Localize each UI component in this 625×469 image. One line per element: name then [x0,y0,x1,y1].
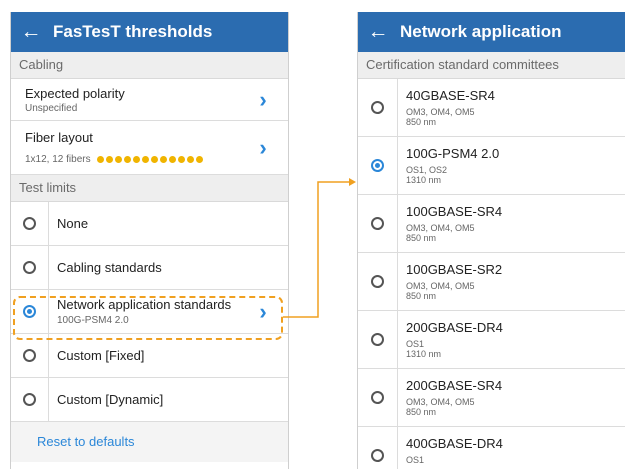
application-name: 100GBASE-SR2 [406,262,503,277]
wavelength: 850 nm [406,291,437,301]
wavelength: 850 nm [406,233,437,243]
application-name: 200GBASE-SR4 [406,378,503,393]
fiber-dot [169,155,177,163]
fiber-types: OS1 [406,339,425,349]
application-name: 40GBASE-SR4 [406,88,495,103]
option-label: Custom [Fixed] [57,348,145,363]
radio-icon[interactable] [371,101,384,114]
chevron-right-icon[interactable]: › [252,87,274,113]
fiber-layout-label: Fiber layout [25,130,93,145]
fiber-types: OM3, OM4, OM5 [406,107,475,117]
option-label: Custom [Dynamic] [57,392,164,407]
fiber-dot [106,155,114,163]
fiber-dot [196,155,204,163]
application-list-item[interactable]: 100G-PSM4 2.0 OS1, OS2 1310 nm [358,137,625,195]
radio-icon[interactable] [371,391,384,404]
radio-icon[interactable] [23,261,36,274]
application-list-item[interactable]: 400GBASE-DR4 OS1 [358,427,625,469]
selection-highlight [13,296,283,340]
fiber-dot [97,155,105,163]
application-list-item[interactable]: 40GBASE-SR4 OM3, OM4, OM5 850 nm [358,79,625,137]
section-committees: Certification standard committees [358,52,625,79]
back-arrow-icon[interactable]: ← [17,20,45,44]
application-name: 400GBASE-DR4 [406,436,503,451]
fiber-dot [124,155,132,163]
application-name: 100GBASE-SR4 [406,204,503,219]
radio-icon[interactable] [371,449,384,462]
fiber-dot [115,155,123,163]
app-bar: ← Network application [358,12,625,52]
fiber-layout-row[interactable]: Fiber layout 1x12, 12 fibers › [11,121,288,175]
fiber-layout-value: 1x12, 12 fibers [25,154,91,165]
test-limit-option[interactable]: Custom [Dynamic] [11,378,288,422]
fiber-dot [151,155,159,163]
fiber-dot [178,155,186,163]
page-title: FasTesT thresholds [53,22,213,41]
fiber-types: OM3, OM4, OM5 [406,281,475,291]
test-limit-option[interactable]: Cabling standards [11,246,288,290]
application-name: 100G-PSM4 2.0 [406,146,500,161]
application-list-item[interactable]: 100GBASE-SR2 OM3, OM4, OM5 850 nm [358,253,625,311]
application-list-item[interactable]: 200GBASE-SR4 OM3, OM4, OM5 850 nm [358,369,625,427]
app-bar: ← FasTesT thresholds [11,12,288,52]
radio-icon[interactable] [371,159,384,172]
wavelength: 850 nm [406,117,437,127]
section-cabling: Cabling [11,52,288,79]
reset-to-defaults-link[interactable]: Reset to defaults [11,422,288,462]
fiber-types: OS1, OS2 [406,165,448,175]
fiber-dot [142,155,150,163]
radio-icon[interactable] [371,275,384,288]
back-arrow-icon[interactable]: ← [364,20,392,44]
test-limit-option[interactable]: None [11,202,288,246]
application-list-item[interactable]: 200GBASE-DR4 OS1 1310 nm [358,311,625,369]
polarity-value: Unspecified [25,102,78,114]
fastest-thresholds-panel: ← FasTesT thresholds Cabling Expected po… [10,12,289,469]
wavelength: 1310 nm [406,349,442,359]
fiber-types: OM3, OM4, OM5 [406,397,475,407]
application-list-item[interactable]: 100GBASE-SR4 OM3, OM4, OM5 850 nm [358,195,625,253]
fiber-dot [187,155,195,163]
wavelength: 850 nm [406,407,437,417]
fiber-dot [133,155,141,163]
page-title: Network application [400,22,562,41]
fiber-dots [97,155,204,163]
fiber-dot [160,155,168,163]
radio-icon[interactable] [371,217,384,230]
chevron-right-icon[interactable]: › [252,135,274,161]
option-label: None [57,216,89,231]
wavelength: 1310 nm [406,175,442,185]
section-test-limits: Test limits [11,175,288,202]
network-application-panel: ← Network application Certification stan… [357,12,625,469]
fiber-types: OS1 [406,455,425,465]
option-label: Cabling standards [57,260,162,275]
fiber-types: OM3, OM4, OM5 [406,223,475,233]
radio-icon[interactable] [23,393,36,406]
test-limit-option[interactable]: Custom [Fixed] [11,334,288,378]
expected-polarity-row[interactable]: Expected polarity Unspecified › [11,79,288,121]
radio-icon[interactable] [371,333,384,346]
radio-icon[interactable] [23,217,36,230]
application-name: 200GBASE-DR4 [406,320,503,335]
polarity-label: Expected polarity [25,85,125,101]
radio-icon[interactable] [23,349,36,362]
